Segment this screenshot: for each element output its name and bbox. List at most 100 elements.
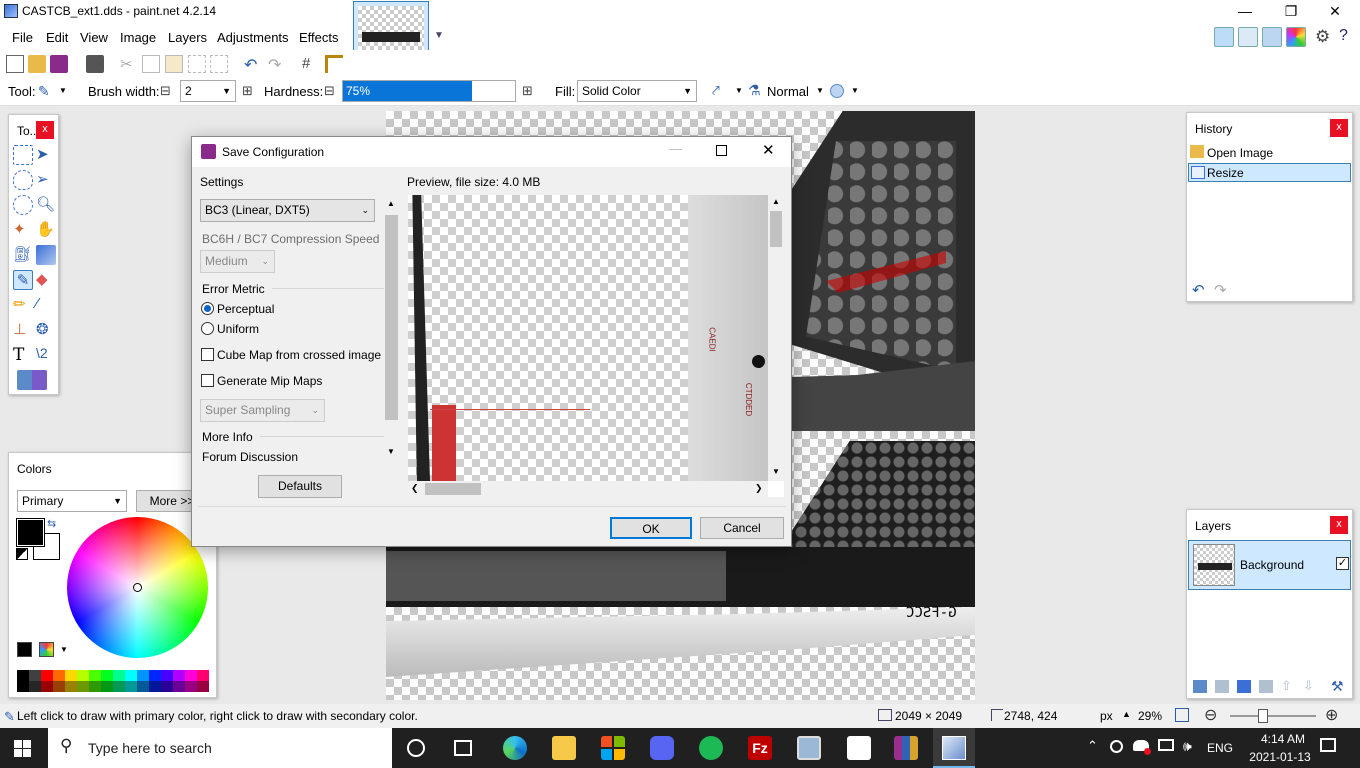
gradient-tool-icon[interactable] (36, 245, 56, 265)
paint-bucket-tool-icon[interactable]: ⛽︎ (13, 245, 33, 265)
palette-swatch[interactable] (53, 670, 65, 681)
dialog-maximize-button[interactable] (716, 145, 727, 156)
antialiasing-icon[interactable]: ⤤ (712, 82, 720, 99)
ellipse-select-tool-icon[interactable] (13, 195, 33, 215)
palette-swatch[interactable] (101, 670, 113, 681)
hardness-increase-icon[interactable]: ⊞ (522, 83, 533, 99)
swap-colors-icon[interactable]: ⇆ (47, 517, 56, 530)
cut-icon[interactable]: ✂ (120, 55, 138, 73)
add-layer-icon[interactable] (1193, 680, 1207, 693)
palette-swatch[interactable] (125, 670, 137, 681)
history-panel-close-button[interactable]: x (1330, 119, 1348, 137)
document-app-icon[interactable] (847, 736, 871, 760)
format-select[interactable]: BC3 (Linear, DXT5) ⌄ (200, 199, 375, 222)
fill-select[interactable]: Solid Color ▼ (577, 80, 697, 102)
text-tool-icon[interactable]: T (13, 345, 33, 365)
palette-swatch[interactable] (185, 681, 197, 692)
palette-swatch[interactable] (65, 681, 77, 692)
palette-swatch[interactable] (125, 681, 137, 692)
move-layer-down-icon[interactable]: ⇩ (1303, 678, 1314, 694)
scroll-left-icon[interactable]: ❮ (411, 483, 419, 494)
palette-menu-icon[interactable] (39, 642, 54, 657)
zoom-level[interactable]: 29% (1138, 709, 1162, 723)
brush-width-decrease-icon[interactable]: ⊟ (160, 83, 171, 99)
rulers-icon[interactable] (325, 55, 343, 73)
close-button[interactable]: ✕ (1312, 0, 1358, 24)
palette-swatch[interactable] (89, 681, 101, 692)
add-to-palette-icon[interactable] (17, 642, 32, 657)
paintbrush-tool-icon[interactable]: ✎ (13, 270, 33, 290)
menu-file[interactable]: File (12, 30, 33, 45)
palette-chevron-down-icon[interactable]: ▼ (60, 645, 68, 654)
show-hidden-icons-chevron-icon[interactable]: ⌃ (1087, 738, 1098, 754)
scroll-right-icon[interactable]: ❯ (755, 483, 763, 494)
forum-discussion-link[interactable]: Forum Discussion (202, 450, 298, 464)
menu-edit[interactable]: Edit (46, 30, 68, 45)
move-selected-pixels-tool-icon[interactable]: ➤ (36, 145, 56, 165)
menu-effects[interactable]: Effects (299, 30, 339, 45)
layer-visibility-checkbox[interactable]: ✓ (1336, 557, 1349, 570)
winrar-icon[interactable] (894, 736, 918, 760)
history-undo-icon[interactable]: ↶ (1192, 281, 1205, 299)
network-icon[interactable] (1158, 739, 1174, 751)
volume-icon[interactable]: 🕪︎ (1183, 738, 1192, 755)
perceptual-radio[interactable] (201, 302, 214, 315)
scroll-up-icon[interactable]: ▲ (772, 197, 780, 206)
recolor-tool-icon[interactable]: ❂ (36, 320, 56, 340)
layer-row-background[interactable]: Background ✓ (1188, 540, 1351, 590)
color-wheel-cursor[interactable] (133, 583, 142, 592)
shapes-tool-icon[interactable] (17, 370, 47, 390)
merge-layer-icon[interactable] (1259, 680, 1273, 693)
palette-swatch[interactable] (173, 681, 185, 692)
palette-swatch[interactable] (41, 681, 53, 692)
magic-wand-tool-icon[interactable]: ✦ (13, 220, 33, 240)
maximize-button[interactable]: ❐ (1268, 0, 1314, 24)
scroll-up-icon[interactable]: ▲ (387, 199, 395, 208)
cortana-icon[interactable] (407, 739, 425, 757)
tray-app-icon[interactable] (1110, 740, 1123, 753)
palette-swatch[interactable] (113, 670, 125, 681)
palette-swatch[interactable] (161, 670, 173, 681)
antialiasing-chevron-down-icon[interactable]: ▼ (735, 86, 743, 95)
palette-swatch[interactable] (17, 670, 29, 681)
palette-swatch[interactable] (77, 681, 89, 692)
layers-panel-close-button[interactable]: x (1330, 516, 1348, 534)
tool-chevron-down-icon[interactable]: ▼ (59, 86, 67, 95)
paintbrush-tool-icon[interactable]: ✎ (38, 83, 50, 100)
scroll-down-icon[interactable]: ▼ (387, 447, 395, 456)
zoom-in-icon[interactable]: ⊕ (1325, 705, 1338, 725)
cube-map-checkbox[interactable] (201, 348, 214, 361)
minimize-button[interactable]: — (1222, 0, 1268, 24)
history-redo-icon[interactable]: ↷ (1214, 281, 1227, 299)
menu-layers[interactable]: Layers (168, 30, 207, 45)
dialog-close-button[interactable]: ✕ (762, 141, 775, 159)
image-list-chevron-icon[interactable]: ▼ (434, 30, 444, 41)
history-item-open-image[interactable]: Open Image (1188, 143, 1351, 162)
brush-width-select[interactable]: 2 ▼ (180, 80, 236, 102)
settings-scrollbar-thumb[interactable] (385, 215, 398, 420)
filezilla-icon[interactable]: Fz (748, 736, 772, 760)
palette-swatch[interactable] (77, 670, 89, 681)
zoom-tool-icon[interactable]: 🔍︎ (36, 195, 56, 215)
preview-vscrollbar[interactable]: ▲ ▼ (768, 195, 784, 481)
palette-swatch[interactable] (41, 670, 53, 681)
palette-swatch[interactable] (113, 681, 125, 692)
photos-app-icon[interactable] (797, 736, 821, 760)
rectangle-select-tool-icon[interactable] (13, 145, 33, 165)
crop-to-selection-icon[interactable] (188, 55, 206, 73)
palette-swatch[interactable] (197, 681, 209, 692)
preview-hscrollbar[interactable]: ❮ ❯ (408, 481, 768, 497)
menu-image[interactable]: Image (120, 30, 156, 45)
duplicate-layer-icon[interactable] (1237, 680, 1251, 693)
layers-window-toggle-icon[interactable] (1262, 27, 1282, 47)
reset-colors-icon[interactable] (16, 548, 28, 560)
preview-vscrollbar-thumb[interactable] (770, 211, 782, 247)
tools-panel-close-button[interactable]: x (36, 121, 54, 139)
pan-tool-icon[interactable]: ✋ (36, 220, 56, 240)
taskbar-search-box[interactable]: ⚲ Type here to search (48, 728, 392, 768)
copy-icon[interactable] (142, 55, 160, 73)
palette-swatch[interactable] (161, 681, 173, 692)
palette-swatch[interactable] (185, 670, 197, 681)
lasso-select-tool-icon[interactable] (13, 170, 33, 190)
zoom-slider[interactable] (1230, 709, 1316, 723)
